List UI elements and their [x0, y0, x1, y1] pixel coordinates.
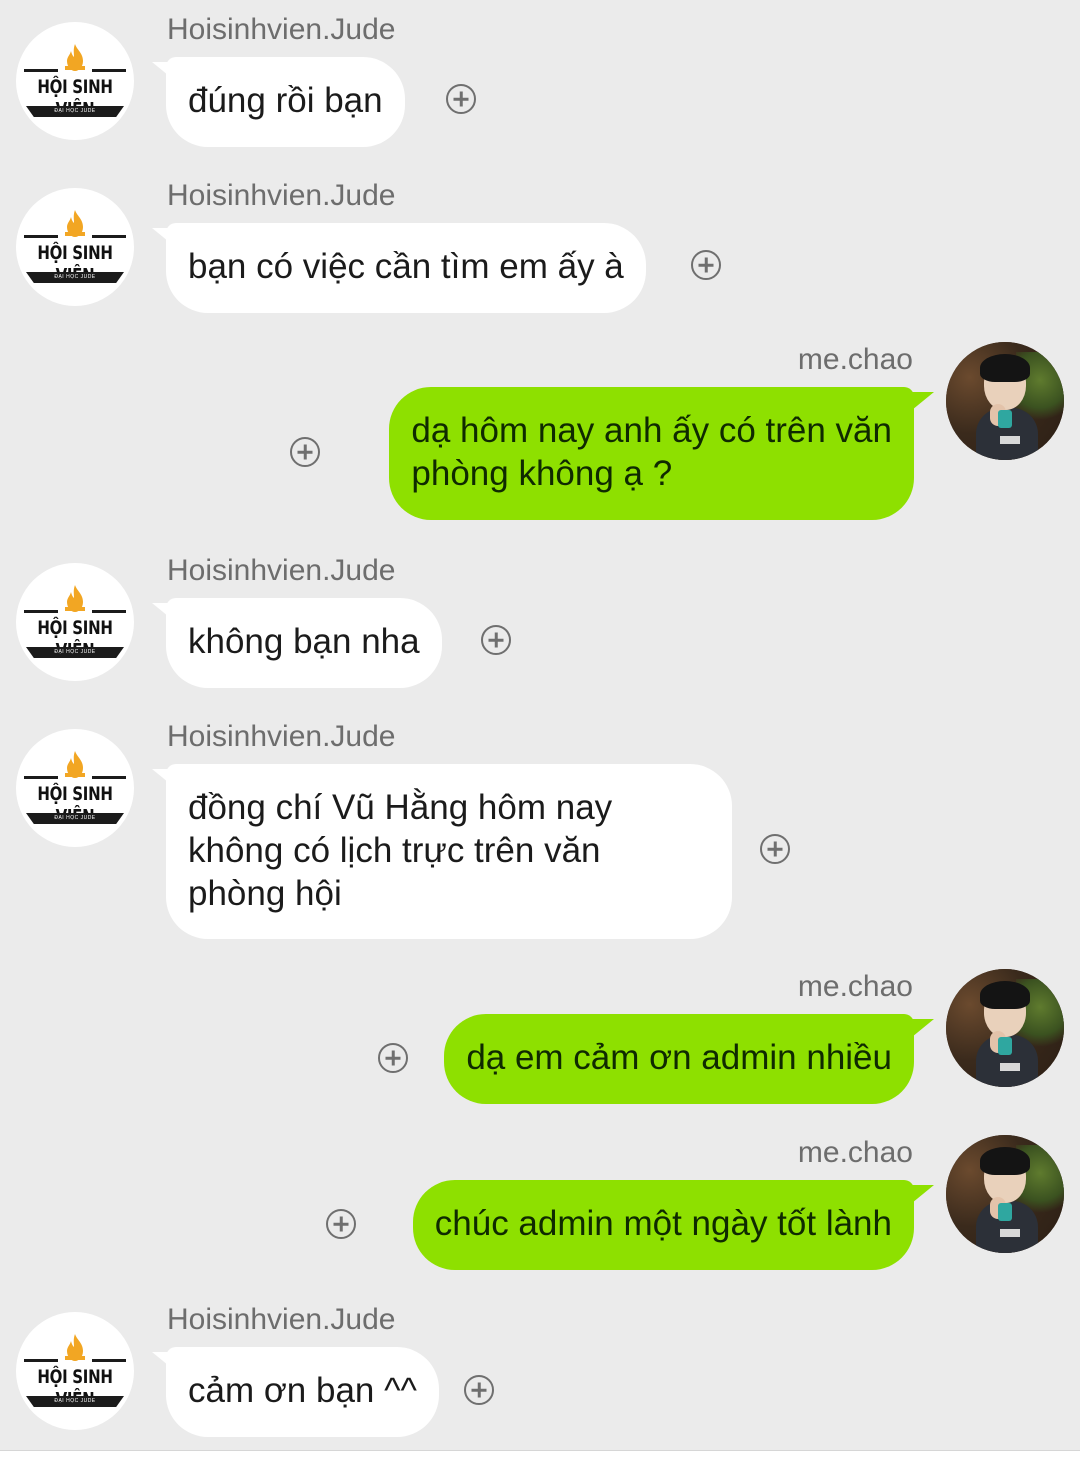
sender-name: Hoisinhvien.Jude	[167, 1303, 396, 1336]
logo-subtitle: ĐẠI HỌC JUDE	[54, 815, 96, 821]
logo-band: ĐẠI HỌC JUDE	[26, 272, 124, 283]
avatar[interactable]	[946, 1135, 1064, 1253]
logo-divider	[92, 1359, 126, 1362]
message-bubble[interactable]: dạ em cảm ơn admin nhiều	[444, 1014, 914, 1104]
avatar[interactable]: HỘI SINH VIÊN ĐẠI HỌC JUDE	[16, 563, 134, 681]
logo-subtitle: ĐẠI HỌC JUDE	[54, 108, 96, 114]
logo-divider	[92, 776, 126, 779]
logo-divider	[24, 1359, 58, 1362]
add-reaction-icon[interactable]	[481, 625, 511, 655]
flame-icon	[65, 1334, 85, 1361]
logo-subtitle: ĐẠI HỌC JUDE	[54, 1398, 96, 1404]
flame-icon	[65, 44, 85, 71]
sender-name: Hoisinhvien.Jude	[167, 720, 396, 753]
add-reaction-icon[interactable]	[691, 250, 721, 280]
sender-name: me.chao	[797, 343, 913, 376]
sender-name: me.chao	[797, 1136, 913, 1169]
avatar[interactable]	[946, 342, 1064, 460]
logo-subtitle: ĐẠI HỌC JUDE	[54, 649, 96, 655]
flame-icon	[65, 751, 85, 778]
add-reaction-icon[interactable]	[326, 1209, 356, 1239]
message-bubble[interactable]: không bạn nha	[166, 598, 442, 688]
message-bubble[interactable]: bạn có việc cần tìm em ấy à	[166, 223, 646, 313]
logo-band: ĐẠI HỌC JUDE	[26, 813, 124, 824]
logo-divider	[24, 69, 58, 72]
add-reaction-icon[interactable]	[446, 84, 476, 114]
logo-band: ĐẠI HỌC JUDE	[26, 106, 124, 117]
bubble-tail	[912, 1185, 934, 1203]
avatar[interactable]	[946, 969, 1064, 1087]
flame-icon	[65, 210, 85, 237]
logo-divider	[92, 235, 126, 238]
input-bar-edge	[0, 1450, 1080, 1464]
sender-name: me.chao	[797, 970, 913, 1003]
avatar[interactable]: HỘI SINH VIÊN ĐẠI HỌC JUDE	[16, 1312, 134, 1430]
message-bubble[interactable]: đúng rồi bạn	[166, 57, 405, 147]
add-reaction-icon[interactable]	[464, 1375, 494, 1405]
chat-thread[interactable]: HỘI SINH VIÊN ĐẠI HỌC JUDE Hoisinhvien.J…	[0, 0, 1080, 1464]
bubble-tail	[912, 392, 934, 410]
logo-divider	[24, 776, 58, 779]
logo-band: ĐẠI HỌC JUDE	[26, 647, 124, 658]
avatar[interactable]: HỘI SINH VIÊN ĐẠI HỌC JUDE	[16, 188, 134, 306]
message-bubble[interactable]: dạ hôm nay anh ấy có trên văn phòng khôn…	[389, 387, 914, 520]
sender-name: Hoisinhvien.Jude	[167, 554, 396, 587]
flame-icon	[65, 585, 85, 612]
message-bubble[interactable]: cảm ơn bạn ^^	[166, 1347, 439, 1437]
logo-band: ĐẠI HỌC JUDE	[26, 1396, 124, 1407]
logo-divider	[92, 69, 126, 72]
add-reaction-icon[interactable]	[290, 437, 320, 467]
add-reaction-icon[interactable]	[760, 834, 790, 864]
bubble-tail	[912, 1019, 934, 1037]
avatar[interactable]: HỘI SINH VIÊN ĐẠI HỌC JUDE	[16, 729, 134, 847]
avatar[interactable]: HỘI SINH VIÊN ĐẠI HỌC JUDE	[16, 22, 134, 140]
logo-divider	[24, 610, 58, 613]
add-reaction-icon[interactable]	[378, 1043, 408, 1073]
logo-subtitle: ĐẠI HỌC JUDE	[54, 274, 96, 280]
logo-divider	[92, 610, 126, 613]
sender-name: Hoisinhvien.Jude	[167, 13, 396, 46]
logo-divider	[24, 235, 58, 238]
message-bubble[interactable]: đồng chí Vũ Hằng hôm nay không có lịch t…	[166, 764, 732, 939]
sender-name: Hoisinhvien.Jude	[167, 179, 396, 212]
message-bubble[interactable]: chúc admin một ngày tốt lành	[412, 1180, 914, 1270]
